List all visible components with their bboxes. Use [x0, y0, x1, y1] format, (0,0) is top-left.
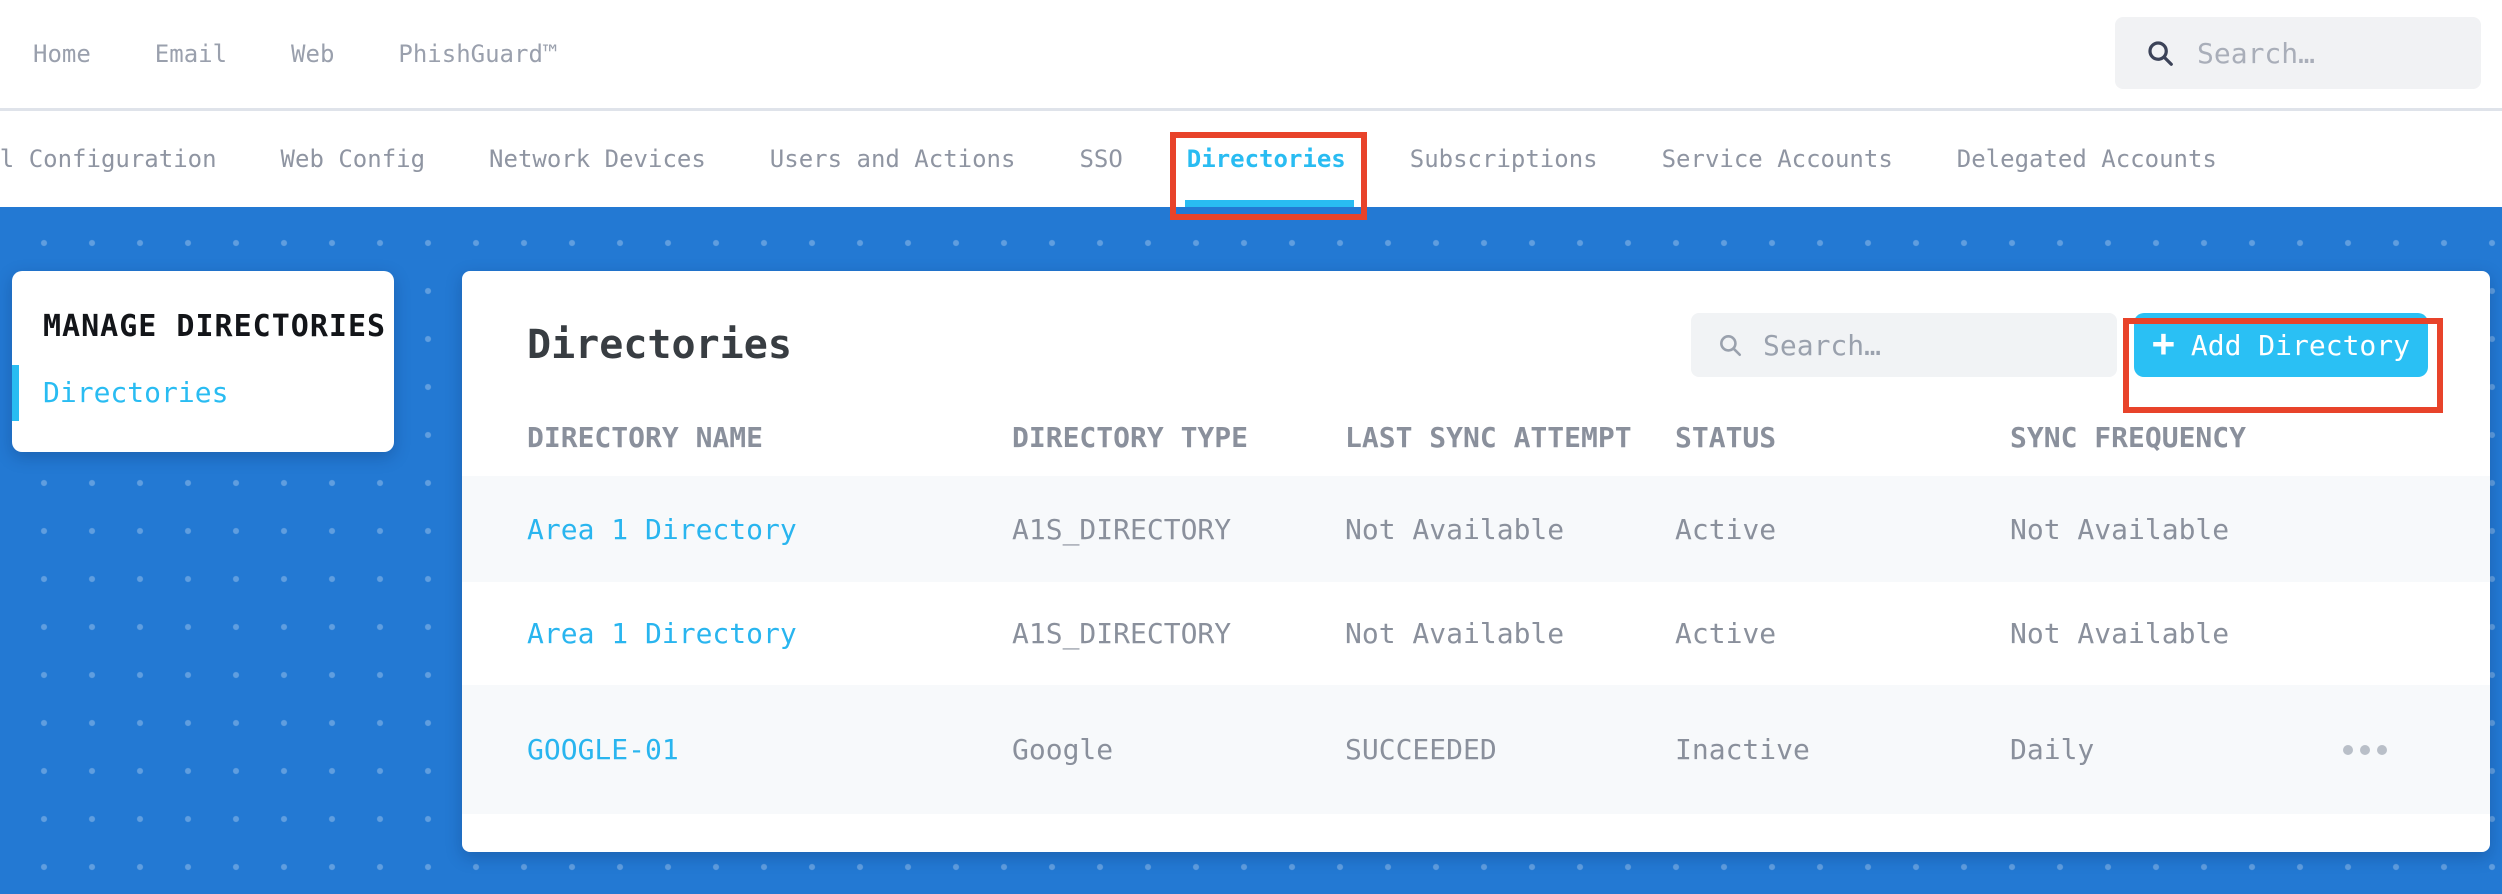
tab-sso[interactable]: SSO — [1079, 111, 1122, 207]
nav-item-home[interactable]: Home — [33, 40, 91, 68]
sidebar-card: MANAGE DIRECTORIES Directories — [12, 271, 394, 452]
column-header-directory-type: DIRECTORY TYPE — [1012, 421, 1249, 454]
tab-web-config[interactable]: Web Config — [281, 111, 426, 207]
directory-name-link[interactable]: GOOGLE-01 — [527, 733, 1012, 766]
top-bar: Home Email Web PhishGuard™ — [0, 0, 2502, 111]
tab-network-devices[interactable]: Network Devices — [489, 111, 706, 207]
panel-header: Directories + Add Directory — [462, 271, 2490, 377]
last-sync-attempt-cell: Not Available — [1345, 617, 1565, 650]
tab-directories[interactable]: Directories — [1184, 111, 1354, 207]
add-directory-button[interactable]: + Add Directory — [2134, 313, 2428, 377]
status-cell: Active — [1675, 512, 1777, 546]
directory-name-link[interactable]: Area 1 Directory — [527, 617, 1012, 650]
add-directory-button-label: Add Directory — [2190, 328, 2411, 362]
sync-frequency-cell: Daily — [2010, 733, 2095, 766]
tab-service-accounts[interactable]: Service Accounts — [1662, 111, 1893, 207]
table-row: Area 1 Directory A1S_DIRECTORY Not Avail… — [462, 476, 2490, 582]
tab-email-configuration[interactable]: Email Configuration — [0, 111, 217, 207]
table-row: Area 1 Directory A1S_DIRECTORY Not Avail… — [462, 582, 2490, 685]
directory-type-cell: Google — [1012, 733, 1114, 766]
global-search-box[interactable] — [2115, 17, 2481, 89]
nav-item-phishguard[interactable]: PhishGuard™ — [398, 40, 557, 68]
tab-delegated-accounts[interactable]: Delegated Accounts — [1957, 111, 2217, 207]
plus-icon: + — [2151, 321, 2175, 365]
search-icon — [1720, 335, 1742, 357]
directory-name-link[interactable]: Area 1 Directory — [527, 513, 1012, 546]
tab-subscriptions[interactable]: Subscriptions — [1410, 111, 1598, 207]
directory-type-cell: A1S_DIRECTORY — [1012, 617, 1232, 650]
nav-item-web[interactable]: Web — [291, 40, 334, 68]
column-header-status: STATUS — [1675, 421, 1777, 454]
column-header-last-sync-attempt: LAST SYNC ATTEMPT — [1345, 421, 1632, 454]
settings-tabs: Email Configuration Web Config Network D… — [0, 111, 2502, 207]
directories-search-box[interactable] — [1691, 313, 2117, 377]
table-header-row: DIRECTORY NAME DIRECTORY TYPE LAST SYNC … — [462, 399, 2490, 476]
sync-frequency-cell: Not Available — [2010, 617, 2230, 650]
page-background: MANAGE DIRECTORIES Directories Directori… — [0, 207, 2502, 894]
sync-frequency-cell: Not Available — [2010, 512, 2230, 546]
ellipsis-icon[interactable] — [2343, 744, 2490, 755]
directories-panel: Directories + Add Directory DIRECTORY NA… — [462, 271, 2490, 852]
directory-type-cell: A1S_DIRECTORY — [1012, 512, 1232, 546]
primary-nav: Home Email Web PhishGuard™ — [0, 40, 557, 68]
last-sync-attempt-cell: Not Available — [1345, 512, 1565, 546]
sidebar-item-directories[interactable]: Directories — [12, 365, 394, 421]
directories-table: DIRECTORY NAME DIRECTORY TYPE LAST SYNC … — [462, 399, 2490, 814]
directories-search-input[interactable] — [1763, 328, 2063, 362]
tab-users-and-actions[interactable]: Users and Actions — [770, 111, 1016, 207]
page-title: Directories — [527, 322, 792, 368]
search-icon — [2148, 41, 2173, 66]
status-cell: Inactive — [1675, 733, 1810, 766]
status-cell: Active — [1675, 617, 1777, 650]
panel-header-actions: + Add Directory — [1691, 313, 2428, 377]
last-sync-attempt-cell: SUCCEEDED — [1345, 733, 1497, 766]
sidebar-item-label: Directories — [43, 376, 229, 409]
active-item-indicator — [12, 365, 19, 421]
nav-item-email[interactable]: Email — [155, 40, 227, 68]
column-header-sync-frequency: SYNC FREQUENCY — [2010, 421, 2247, 454]
global-search-input[interactable] — [2197, 36, 2447, 70]
table-row: GOOGLE-01 Google SUCCEEDED Inactive Dail… — [462, 685, 2490, 814]
column-header-directory-name: DIRECTORY NAME — [527, 421, 764, 454]
sidebar-title: MANAGE DIRECTORIES — [43, 309, 387, 344]
